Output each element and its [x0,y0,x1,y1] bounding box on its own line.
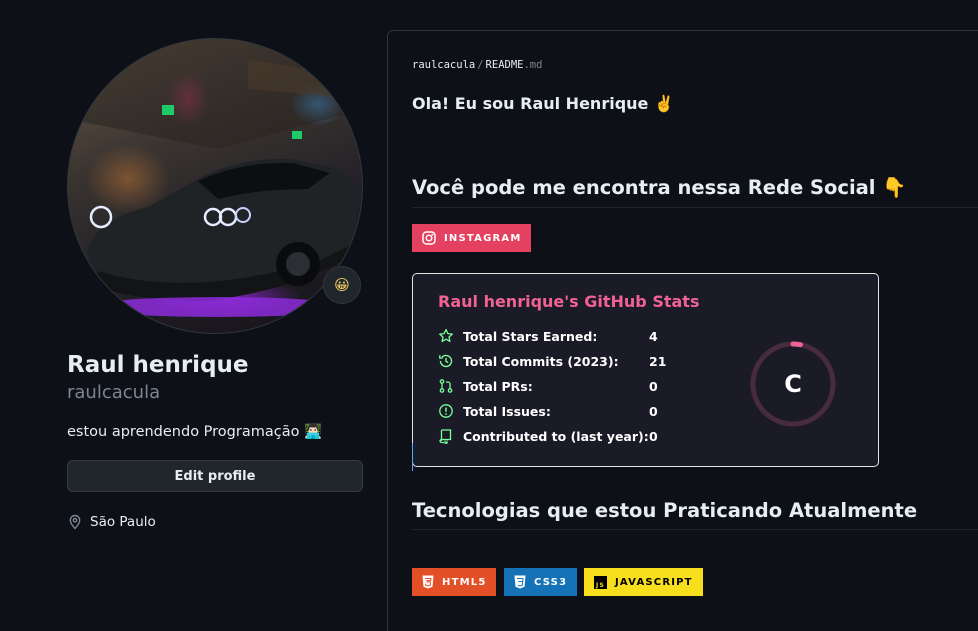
stat-value: 4 [649,328,658,344]
stat-label: Total Issues: [463,403,551,419]
instagram-badge-label: INSTAGRAM [444,232,522,244]
stat-label: Total Commits (2023): [463,353,619,369]
stat-row-issues: Total Issues: 0 [438,403,689,419]
heading-divider [412,207,978,208]
stats-title: Raul henrique's GitHub Stats [438,292,700,311]
star-icon [439,328,453,343]
stat-row-prs: Total PRs: 0 [438,378,689,394]
html5-badge-label: HTML5 [442,576,487,588]
readme-breadcrumb: raulcacula / README.md [412,59,542,71]
rank-circle: C [749,340,837,428]
stat-row-contributed: Contributed to (last year): 0 [438,428,689,444]
stat-value: 0 [649,378,658,394]
pull-request-icon [439,379,453,393]
javascript-icon: JS [594,575,607,589]
rank-letter: C [784,370,802,398]
stat-row-commits: Total Commits (2023): 21 [438,353,689,369]
stat-label: Total Stars Earned: [463,328,598,344]
location-pin-icon [69,514,81,530]
html5-badge[interactable]: HTML5 [412,568,497,596]
social-heading: Você pode me encontra nessa Rede Social … [412,176,907,199]
history-icon [439,354,453,368]
profile-location: São Paulo [67,514,156,530]
readme-owner-link[interactable]: raulcacula [412,59,475,71]
profile-bio: estou aprendendo Programação 👨🏻‍💻 [67,424,323,440]
repo-icon [439,429,452,444]
readme-file-name[interactable]: README [486,59,524,71]
instagram-badge[interactable]: INSTAGRAM [412,224,532,252]
profile-name: Raul henrique [67,352,249,378]
css3-badge[interactable]: CSS3 [504,568,578,596]
stat-label: Contributed to (last year): [463,428,649,444]
edit-profile-button[interactable]: Edit profile [67,460,363,492]
avatar-container: 😀 [67,38,363,334]
avatar[interactable] [67,38,363,334]
tech-heading: Tecnologias que estou Praticando Atualme… [412,499,918,522]
status-emoji-button[interactable]: 😀 [323,266,361,304]
profile-username: raulcacula [67,382,161,403]
stat-label: Total PRs: [463,378,533,394]
html5-icon [422,575,434,589]
stat-value: 0 [649,428,658,444]
github-stats-card[interactable]: Raul henrique's GitHub Stats Total Stars… [412,273,879,467]
readme-panel: raulcacula / README.md Ola! Eu sou Raul He… [387,30,978,631]
instagram-icon [422,231,436,245]
breadcrumb-separator: / [477,59,484,71]
avatar-car-illustration [68,39,362,317]
stat-value: 21 [649,353,667,369]
heading-divider [412,529,978,530]
stat-value: 0 [649,403,658,419]
location-text: São Paulo [90,514,156,530]
css3-badge-label: CSS3 [534,576,568,588]
svg-text:JS: JS [595,582,605,589]
readme-file-ext: .md [523,59,543,71]
text-cursor [412,443,413,471]
stat-row-stars: Total Stars Earned: 4 [438,328,689,344]
issue-icon [439,404,453,418]
javascript-badge[interactable]: JS JAVASCRIPT [584,568,703,596]
javascript-badge-label: JAVASCRIPT [615,576,693,588]
css3-icon [514,575,526,589]
readme-greeting: Ola! Eu sou Raul Henrique ✌️ [412,94,674,113]
